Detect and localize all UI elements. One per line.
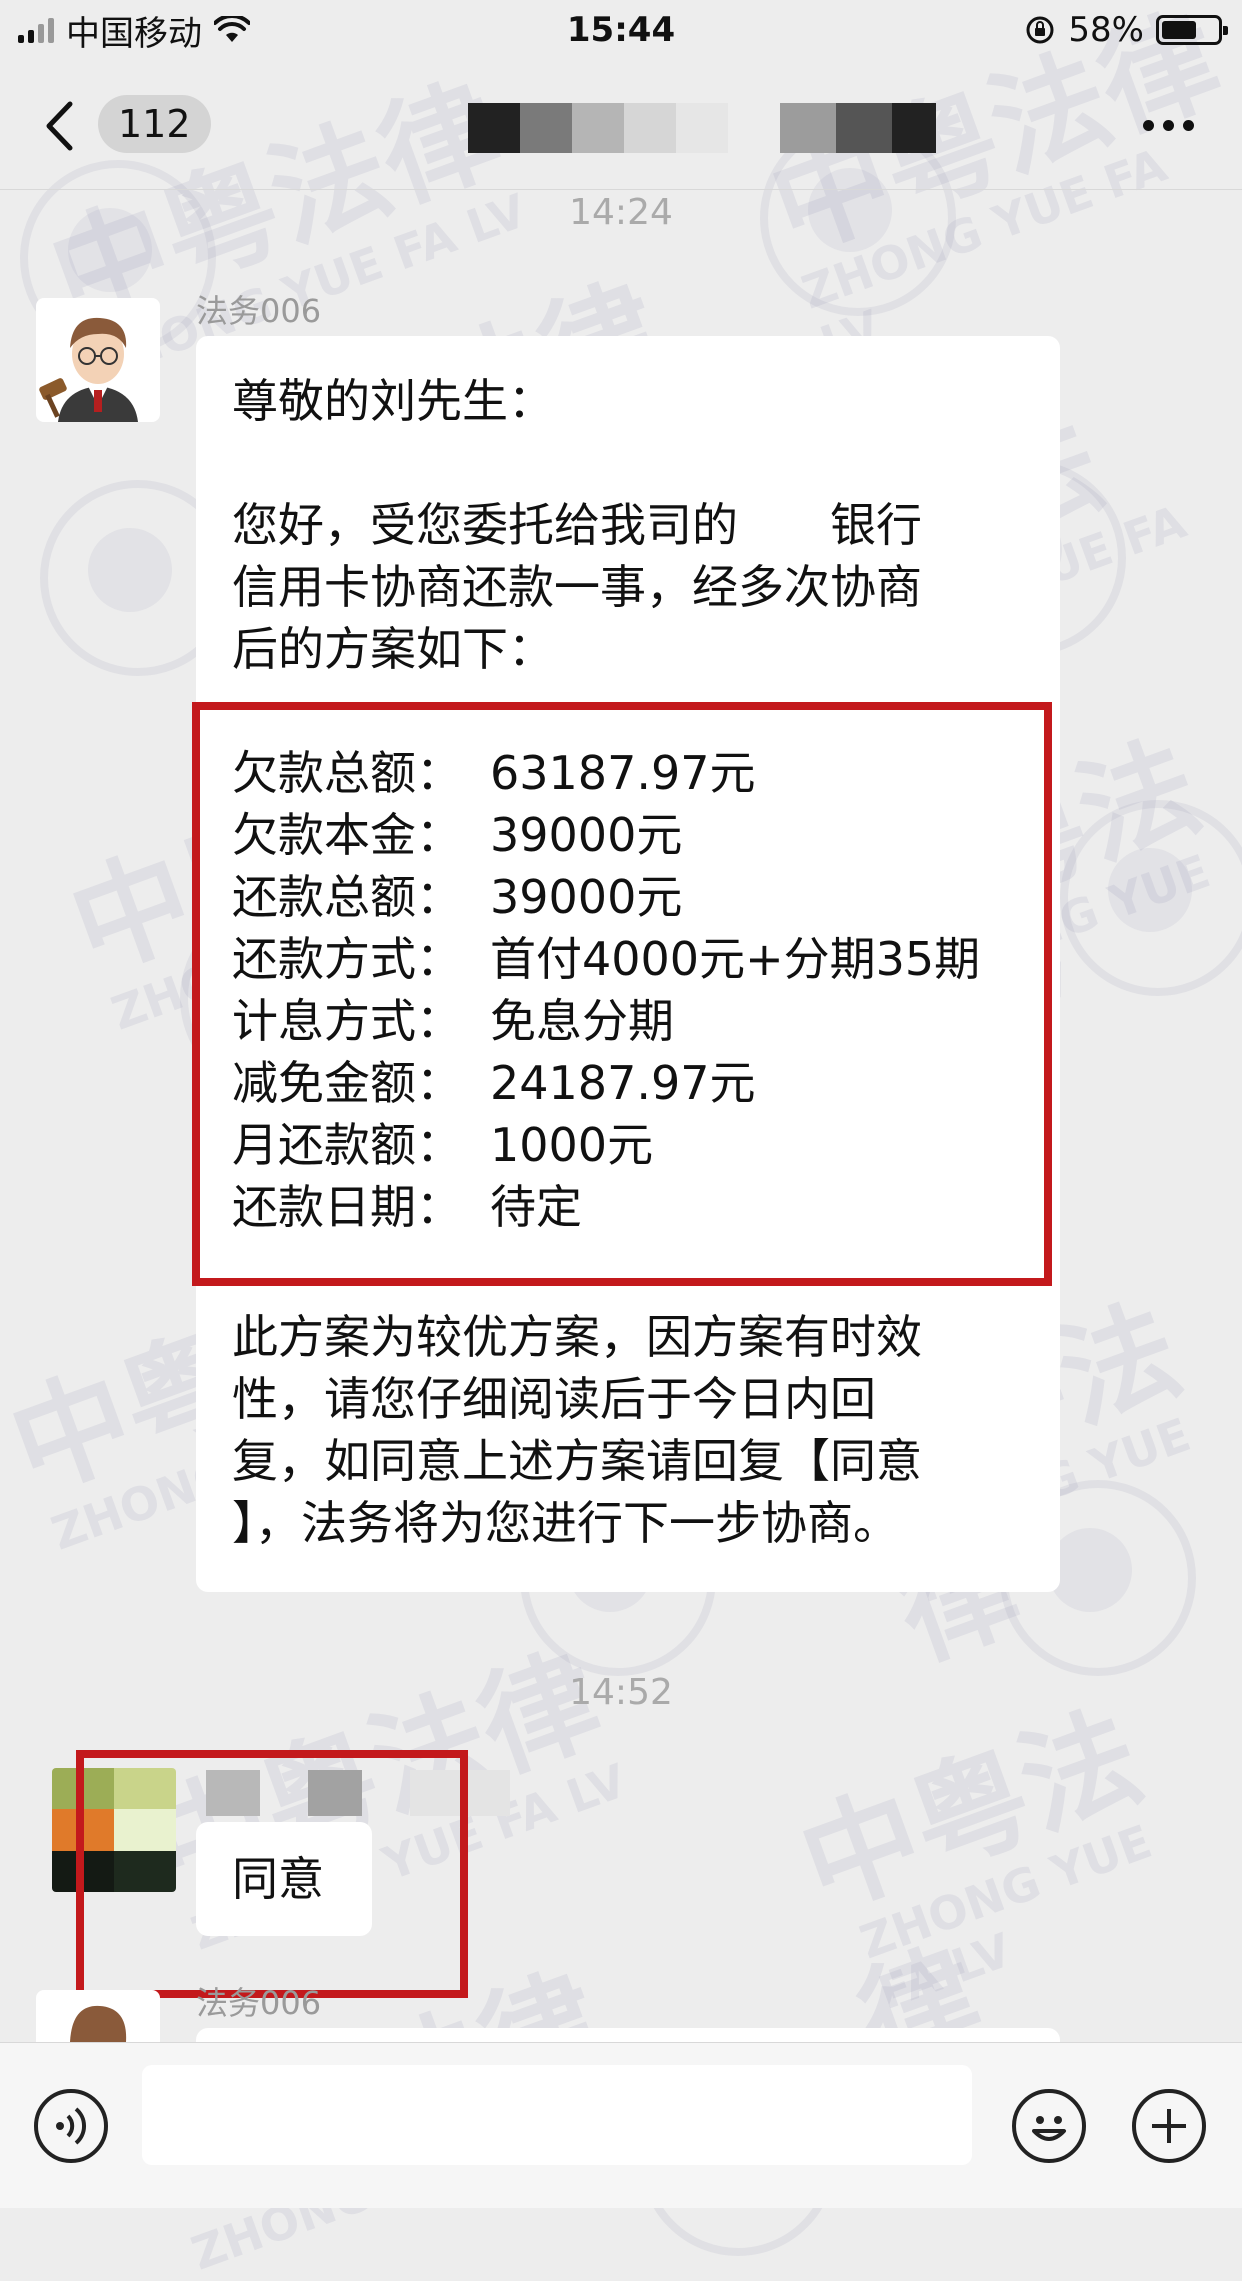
- carrier-label: 中国移动: [66, 13, 202, 54]
- plus-icon: [1152, 2109, 1186, 2143]
- timestamp: 14:24: [569, 192, 673, 233]
- avatar[interactable]: [36, 298, 160, 422]
- unread-count-badge[interactable]: 112: [98, 95, 211, 153]
- back-button[interactable]: [44, 98, 88, 154]
- closing-line: 性，请您仔细阅读后于今日内回: [232, 1372, 876, 1426]
- chat-title-redacted-2: [780, 103, 936, 153]
- watermark-text-en: ZHONG YUE FA LV: [853, 1814, 1159, 2021]
- signal-icon: [18, 17, 54, 43]
- emoji-button[interactable]: [1012, 2089, 1086, 2163]
- watermark-seal-icon: [1060, 800, 1242, 996]
- closing-line: 此方案为较优方案，因方案有时效: [232, 1310, 922, 1364]
- battery-percent: 58%: [1068, 10, 1144, 50]
- highlight-box-reply: [76, 1750, 468, 1998]
- add-button[interactable]: [1132, 2089, 1206, 2163]
- avatar[interactable]: [36, 1990, 160, 2042]
- status-left: 中国移动: [0, 6, 250, 55]
- status-right: 58%: [1024, 10, 1242, 50]
- timestamp: 14:52: [569, 1672, 673, 1713]
- highlight-box-plan: [192, 702, 1052, 1286]
- intro-text: 您好，受您委托给我司的 银行 信用卡协商还款一事，经多次协商 后的方案如下：: [232, 494, 922, 680]
- rotation-lock-icon: [1026, 16, 1054, 44]
- chat-nav-bar: 112: [0, 60, 1242, 190]
- battery-icon: [1156, 15, 1228, 45]
- closing-line: 复，如同意上述方案请回复【同意: [232, 1434, 922, 1488]
- intro-line: 信用卡协商还款一事，经多次协商: [232, 560, 922, 614]
- voice-icon: [56, 2107, 87, 2145]
- chevron-left-icon: [46, 101, 73, 151]
- wifi-icon: [214, 16, 250, 42]
- greeting-text: 尊敬的刘先生：: [232, 374, 554, 428]
- closing-line: 】，法务将为您进行下一步协商。: [232, 1496, 899, 1550]
- message-input[interactable]: [142, 2065, 972, 2165]
- input-bar: [0, 2042, 1242, 2208]
- emoji-icon: [1032, 2116, 1066, 2141]
- sender-name: 法务006: [196, 1984, 322, 2022]
- intro-line: 后的方案如下：: [232, 622, 554, 676]
- more-dots-icon: [1143, 120, 1154, 131]
- chat-title-redacted: [468, 103, 728, 153]
- more-button[interactable]: [1143, 120, 1194, 131]
- sender-name: 法务006: [196, 292, 322, 330]
- closing-text: 此方案为较优方案，因方案有时效 性，请您仔细阅读后于今日内回 复，如同意上述方案…: [232, 1306, 922, 1554]
- voice-button[interactable]: [34, 2089, 108, 2163]
- status-bar: 中国移动 15:44 58%: [0, 0, 1242, 60]
- intro-line: 您好，受您委托给我司的 银行: [232, 498, 922, 552]
